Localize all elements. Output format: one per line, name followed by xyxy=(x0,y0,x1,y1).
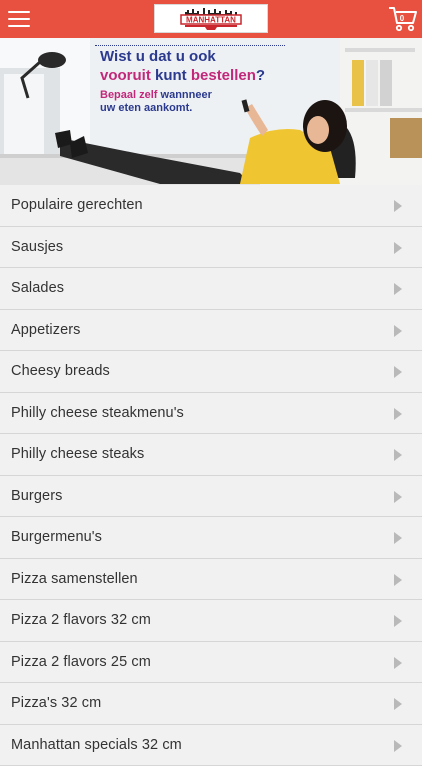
category-label: Philly cheese steaks xyxy=(11,446,144,462)
category-label: Burgers xyxy=(11,488,62,504)
banner-highlight-bepaal-zelf: Bepaal zelf xyxy=(100,89,157,101)
promo-banner[interactable]: Wist u dat u ook vooruit kunt bestellen?… xyxy=(0,38,422,185)
chevron-right-icon xyxy=(394,574,402,586)
logo[interactable]: MANHATTAN xyxy=(154,4,268,33)
cart-count-badge: 0 xyxy=(397,14,407,23)
banner-subline-line1: Bepaal zelf wannneer xyxy=(100,89,290,102)
banner-dotted-line xyxy=(95,45,285,46)
category-pizza-2-flavors-32[interactable]: Pizza 2 flavors 32 cm xyxy=(0,600,422,642)
category-burgers[interactable]: Burgers xyxy=(0,476,422,518)
category-pizza-samenstellen[interactable]: Pizza samenstellen xyxy=(0,559,422,601)
shopping-cart-icon[interactable]: 0 xyxy=(388,5,418,33)
banner-question-mark: ? xyxy=(256,67,265,84)
category-pizza-2-flavors-25[interactable]: Pizza 2 flavors 25 cm xyxy=(0,642,422,684)
chevron-right-icon xyxy=(394,200,402,212)
category-appetizers[interactable]: Appetizers xyxy=(0,310,422,352)
category-label: Sausjes xyxy=(11,239,63,255)
hamburger-menu-icon[interactable] xyxy=(8,9,32,29)
category-sausjes[interactable]: Sausjes xyxy=(0,227,422,269)
banner-text: Wist u dat u ook vooruit kunt bestellen?… xyxy=(100,48,290,115)
category-label: Pizza samenstellen xyxy=(11,571,138,587)
chevron-right-icon xyxy=(394,698,402,710)
category-label: Philly cheese steakmenu's xyxy=(11,405,184,421)
svg-text:MANHATTAN: MANHATTAN xyxy=(186,15,236,24)
banner-text-wannneer: wannneer xyxy=(157,89,211,101)
category-label: Salades xyxy=(11,280,64,296)
category-philly-cheese-steaks[interactable]: Philly cheese steaks xyxy=(0,434,422,476)
banner-subline-line2: uw eten aankomt. xyxy=(100,102,290,115)
chevron-right-icon xyxy=(394,657,402,669)
category-label: Burgermenu's xyxy=(11,529,102,545)
category-philly-cheese-steakmenus[interactable]: Philly cheese steakmenu's xyxy=(0,393,422,435)
category-label: Manhattan specials 32 cm xyxy=(11,737,182,753)
category-label: Pizza 2 flavors 32 cm xyxy=(11,612,151,628)
category-label: Appetizers xyxy=(11,322,81,338)
category-pizzas-32[interactable]: Pizza's 32 cm xyxy=(0,683,422,725)
category-manhattan-specials-32[interactable]: Manhattan specials 32 cm xyxy=(0,725,422,766)
category-list: Populaire gerechten Sausjes Salades Appe… xyxy=(0,185,422,766)
banner-highlight-vooruit: vooruit xyxy=(100,67,151,84)
chevron-right-icon xyxy=(394,283,402,295)
category-populaire-gerechten[interactable]: Populaire gerechten xyxy=(0,185,422,227)
category-salades[interactable]: Salades xyxy=(0,268,422,310)
category-label: Cheesy breads xyxy=(11,363,110,379)
banner-headline-line1: Wist u dat u ook xyxy=(100,48,290,66)
chevron-right-icon xyxy=(394,532,402,544)
category-cheesy-breads[interactable]: Cheesy breads xyxy=(0,351,422,393)
manhattan-logo-icon: MANHATTAN xyxy=(171,7,251,31)
chevron-right-icon xyxy=(394,615,402,627)
category-label: Pizza 2 flavors 25 cm xyxy=(11,654,151,670)
chevron-right-icon xyxy=(394,449,402,461)
chevron-right-icon xyxy=(394,408,402,420)
banner-highlight-bestellen: bestellen xyxy=(191,67,256,84)
banner-headline-line2: vooruit kunt bestellen? xyxy=(100,66,290,85)
category-label: Pizza's 32 cm xyxy=(11,695,101,711)
top-bar: MANHATTAN 0 xyxy=(0,0,422,38)
chevron-right-icon xyxy=(394,325,402,337)
banner-text-kunt: kunt xyxy=(151,67,191,84)
category-label: Populaire gerechten xyxy=(11,197,143,213)
chevron-right-icon xyxy=(394,242,402,254)
chevron-right-icon xyxy=(394,366,402,378)
category-burgermenus[interactable]: Burgermenu's xyxy=(0,517,422,559)
chevron-right-icon xyxy=(394,491,402,503)
